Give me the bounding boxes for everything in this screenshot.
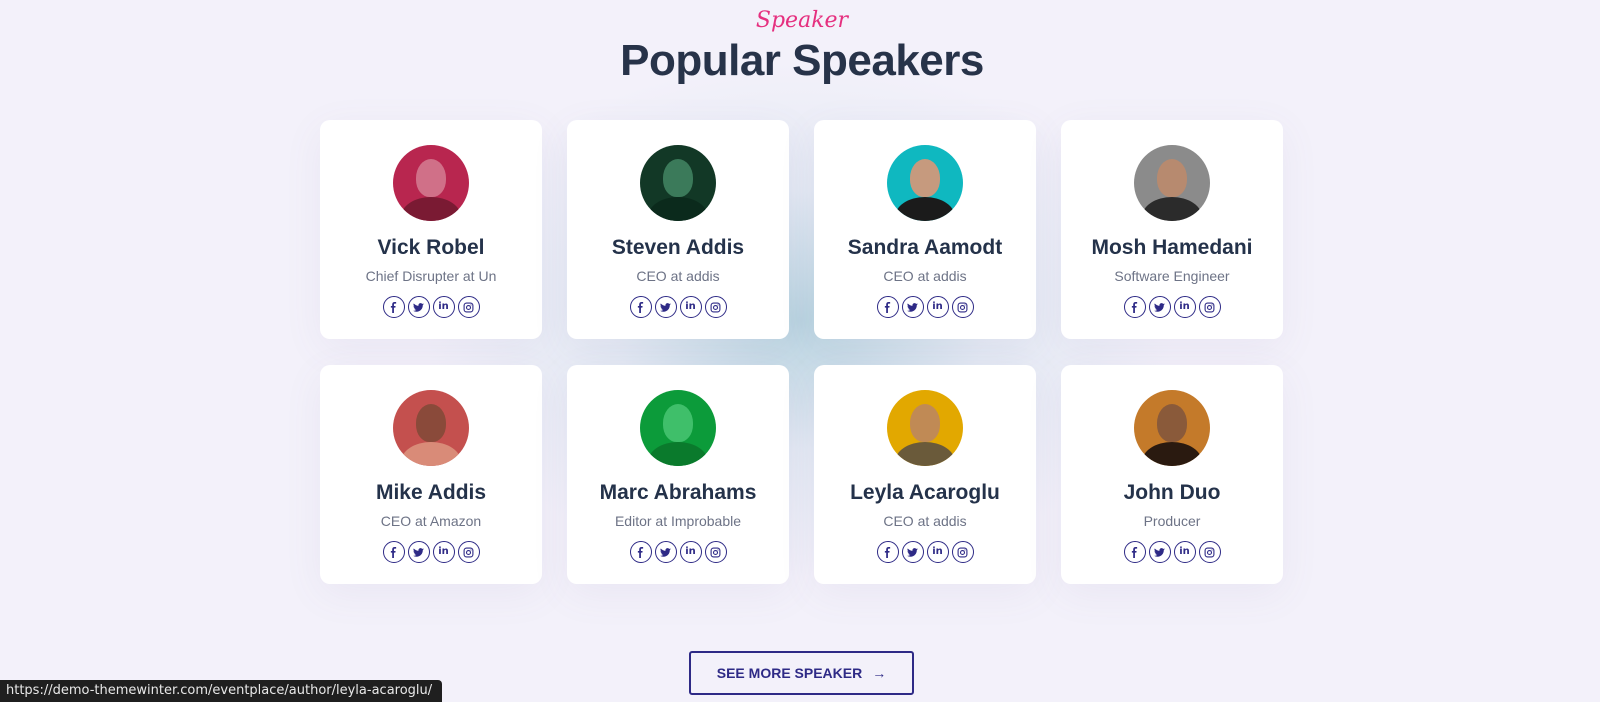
facebook-icon[interactable]	[629, 296, 652, 318]
speaker-name[interactable]: Vick Robel	[378, 236, 485, 260]
facebook-icon[interactable]	[876, 296, 899, 318]
social-links: in	[876, 541, 974, 563]
instagram-icon[interactable]	[457, 296, 480, 318]
facebook-icon[interactable]	[876, 541, 899, 563]
twitter-icon[interactable]	[654, 296, 677, 318]
social-links: in	[1123, 541, 1221, 563]
linkedin-icon[interactable]: in	[926, 541, 949, 563]
linkedin-icon[interactable]: in	[679, 296, 702, 318]
speaker-role: CEO at addis	[883, 513, 967, 529]
speaker-role: CEO at addis	[883, 268, 967, 284]
linkedin-icon[interactable]: in	[1173, 541, 1196, 563]
avatar-face	[663, 404, 693, 442]
speaker-card[interactable]: Sandra Aamodt CEO at addis in	[814, 120, 1036, 339]
instagram-icon[interactable]	[457, 541, 480, 563]
speaker-role: CEO at addis	[636, 268, 720, 284]
speaker-name[interactable]: Mike Addis	[376, 481, 486, 505]
speaker-avatar[interactable]	[1134, 390, 1210, 466]
status-bar-url: https://demo-themewinter.com/eventplace/…	[0, 680, 443, 702]
speaker-avatar[interactable]	[1134, 145, 1210, 221]
instagram-icon[interactable]	[951, 541, 974, 563]
linkedin-icon[interactable]: in	[432, 296, 455, 318]
avatar-face	[910, 159, 940, 197]
avatar-shoulders	[895, 197, 955, 221]
instagram-icon[interactable]	[704, 541, 727, 563]
speaker-role: CEO at Amazon	[380, 513, 482, 529]
social-links: in	[629, 541, 727, 563]
speaker-name[interactable]: John Duo	[1124, 481, 1221, 505]
speaker-avatar[interactable]	[887, 390, 963, 466]
avatar-shoulders	[1142, 442, 1202, 466]
avatar-shoulders	[648, 442, 708, 466]
speaker-card[interactable]: Mike Addis CEO at Amazon in	[320, 365, 542, 584]
avatar-face	[1157, 159, 1187, 197]
facebook-icon[interactable]	[382, 296, 405, 318]
twitter-icon[interactable]	[1148, 296, 1171, 318]
speaker-role: Software Engineer	[1114, 268, 1230, 284]
speaker-role: Chief Disrupter at Un	[365, 268, 497, 284]
speaker-card[interactable]: John Duo Producer in	[1061, 365, 1283, 584]
speaker-avatar[interactable]	[393, 145, 469, 221]
instagram-icon[interactable]	[1198, 296, 1221, 318]
section-title: Popular Speakers	[620, 36, 984, 85]
linkedin-icon[interactable]: in	[432, 541, 455, 563]
avatar-shoulders	[1142, 197, 1202, 221]
see-more-label: SEE MORE SPEAKER	[716, 665, 863, 681]
arrow-right-icon: →	[872, 665, 887, 681]
instagram-icon[interactable]	[951, 296, 974, 318]
avatar-face	[663, 159, 693, 197]
linkedin-icon[interactable]: in	[1173, 296, 1196, 318]
twitter-icon[interactable]	[654, 541, 677, 563]
speaker-name[interactable]: Mosh Hamedani	[1091, 236, 1252, 260]
speaker-role: Editor at Improbable	[614, 513, 742, 529]
facebook-icon[interactable]	[382, 541, 405, 563]
speaker-name[interactable]: Steven Addis	[612, 236, 744, 260]
instagram-icon[interactable]	[704, 296, 727, 318]
avatar-shoulders	[895, 442, 955, 466]
social-links: in	[629, 296, 727, 318]
speaker-card[interactable]: Marc Abrahams Editor at Improbable in	[567, 365, 789, 584]
speaker-name[interactable]: Marc Abrahams	[600, 481, 757, 505]
avatar-shoulders	[648, 197, 708, 221]
speaker-avatar[interactable]	[640, 390, 716, 466]
avatar-face	[416, 404, 446, 442]
speaker-avatar[interactable]	[393, 390, 469, 466]
twitter-icon[interactable]	[901, 296, 924, 318]
linkedin-icon[interactable]: in	[679, 541, 702, 563]
social-links: in	[382, 296, 480, 318]
speaker-name[interactable]: Sandra Aamodt	[848, 236, 1002, 260]
avatar-face	[1157, 404, 1187, 442]
speaker-avatar[interactable]	[887, 145, 963, 221]
social-links: in	[876, 296, 974, 318]
twitter-icon[interactable]	[1148, 541, 1171, 563]
speaker-card[interactable]: Vick Robel Chief Disrupter at Un in	[320, 120, 542, 339]
social-links: in	[1123, 296, 1221, 318]
avatar-face	[416, 159, 446, 197]
speaker-card[interactable]: Leyla Acaroglu CEO at addis in	[814, 365, 1036, 584]
avatar-shoulders	[401, 442, 461, 466]
speaker-card[interactable]: Mosh Hamedani Software Engineer in	[1061, 120, 1283, 339]
avatar-shoulders	[401, 197, 461, 221]
twitter-icon[interactable]	[407, 296, 430, 318]
facebook-icon[interactable]	[1123, 541, 1146, 563]
speaker-card[interactable]: Steven Addis CEO at addis in	[567, 120, 789, 339]
speaker-avatar[interactable]	[640, 145, 716, 221]
twitter-icon[interactable]	[407, 541, 430, 563]
avatar-face	[910, 404, 940, 442]
social-links: in	[382, 541, 480, 563]
facebook-icon[interactable]	[1123, 296, 1146, 318]
speaker-grid: Vick Robel Chief Disrupter at Un in Steven …	[320, 120, 1283, 584]
linkedin-icon[interactable]: in	[926, 296, 949, 318]
speaker-role: Producer	[1143, 513, 1201, 529]
see-more-speaker-button[interactable]: SEE MORE SPEAKER →	[689, 651, 914, 695]
facebook-icon[interactable]	[629, 541, 652, 563]
section-kicker: Speaker	[755, 8, 849, 33]
instagram-icon[interactable]	[1198, 541, 1221, 563]
speaker-name[interactable]: Leyla Acaroglu	[850, 481, 1000, 505]
twitter-icon[interactable]	[901, 541, 924, 563]
